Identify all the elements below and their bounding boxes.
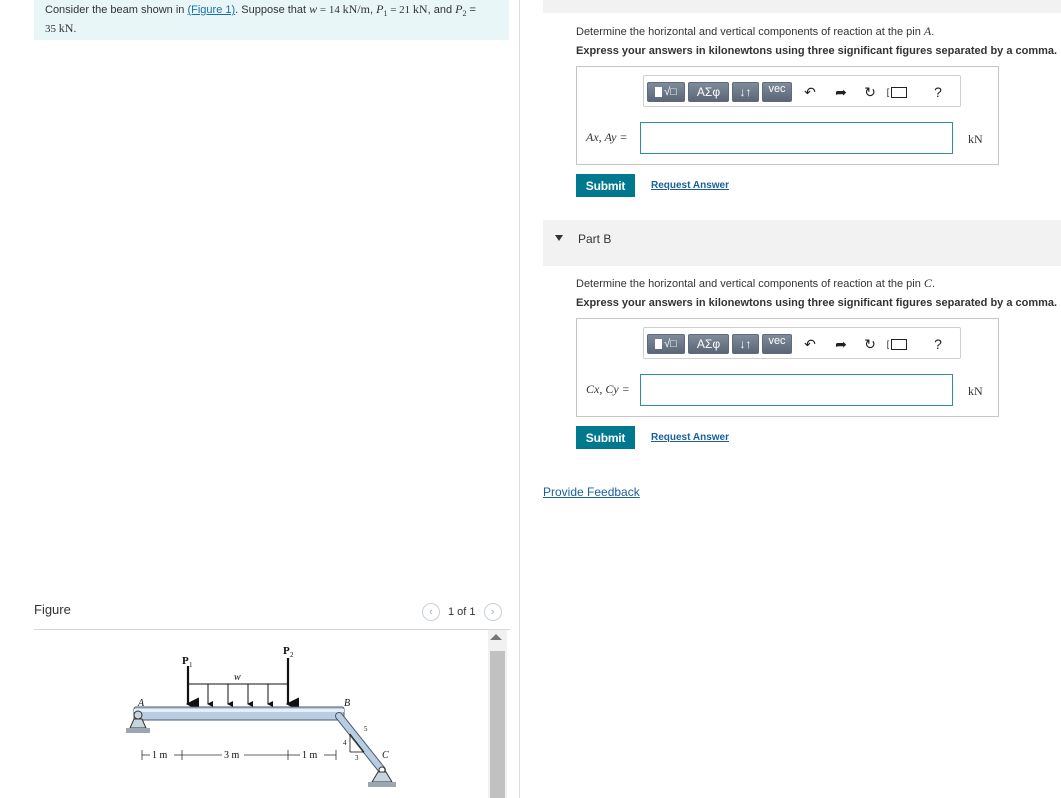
redo-icon[interactable]: ➦ <box>833 336 849 352</box>
greek-button[interactable]: ΑΣφ <box>688 334 729 354</box>
value-p2: 35 <box>45 23 59 36</box>
beam-highlight <box>134 709 344 712</box>
beam <box>133 706 345 721</box>
part-a-question: Determine the horizontal and vertical co… <box>576 24 934 39</box>
help-icon[interactable]: ? <box>930 84 946 100</box>
figure-pagination: ‹ 1 of 1 › <box>422 602 502 622</box>
vec-button[interactable]: vec <box>762 334 792 354</box>
provide-feedback-link[interactable]: Provide Feedback <box>543 485 640 499</box>
dim-3: 1 m <box>302 750 318 761</box>
arrows-button[interactable]: ↓↑ <box>732 82 759 102</box>
redo-icon[interactable]: ➦ <box>833 84 849 100</box>
part-a-answer-box: √□ ΑΣφ ↓↑ vec ↶ ➦ ↻ [ ? Ax, Ay = kN <box>576 66 999 165</box>
slope-4: 4 <box>343 739 347 747</box>
submit-button-a[interactable]: Submit <box>576 174 635 197</box>
problem-text: . Suppose that <box>235 4 310 16</box>
vec-button[interactable]: vec <box>762 82 792 102</box>
answer-label-b: Cx, Cy = <box>586 382 630 396</box>
undo-icon[interactable]: ↶ <box>802 336 818 352</box>
unit-p1: kN <box>412 2 428 16</box>
unit-label-b: kN <box>968 384 983 398</box>
part-b-question: Determine the horizontal and vertical co… <box>576 276 935 291</box>
label-a: A <box>137 698 145 709</box>
slope-3: 3 <box>355 754 359 762</box>
question-text: Determine the horizontal and vertical co… <box>576 26 924 38</box>
var-w: w <box>309 2 318 16</box>
value-p1: = 21 <box>387 4 413 16</box>
pin-a <box>133 710 143 720</box>
part-b-header[interactable] <box>543 220 1061 266</box>
part-a-header <box>543 0 1061 13</box>
chevron-left-icon[interactable]: ‹ <box>422 603 440 621</box>
arrows-button[interactable]: ↓↑ <box>732 334 759 354</box>
answer-input-a[interactable] <box>640 122 953 154</box>
answer-input-b[interactable] <box>640 374 953 406</box>
label-b: B <box>344 698 350 709</box>
dim-2: 3 m <box>224 750 240 761</box>
distributed-load <box>188 683 288 707</box>
ground-c <box>368 782 396 787</box>
figure-count: 1 of 1 <box>448 606 476 618</box>
problem-statement: Consider the beam shown in (Figure 1). S… <box>34 0 509 40</box>
chevron-right-icon[interactable]: › <box>483 603 502 621</box>
part-b-instructions: Express your answers in kilonewtons usin… <box>576 297 1058 309</box>
support-c <box>371 771 393 783</box>
scroll-thumb[interactable] <box>490 651 505 798</box>
problem-text: . <box>73 23 77 36</box>
question-var: C <box>923 276 932 290</box>
templates-icon[interactable]: √□ <box>647 334 685 354</box>
part-a-instructions: Express your answers in kilonewtons usin… <box>576 45 1058 57</box>
templates-icon[interactable]: √□ <box>647 82 685 102</box>
reset-icon[interactable]: ↻ <box>862 84 878 100</box>
submit-button-b[interactable]: Submit <box>576 426 635 449</box>
part-b-answer-box: √□ ΑΣφ ↓↑ vec ↶ ➦ ↻ [ ? Cx, Cy = kN <box>576 318 999 417</box>
question-text: Determine the horizontal and vertical co… <box>576 278 924 290</box>
ground-a <box>126 728 150 733</box>
label-c: C <box>382 750 389 761</box>
label-w: w <box>234 672 241 683</box>
unit-label-a: kN <box>968 132 983 146</box>
unit-w: kN/m <box>342 2 370 16</box>
value-w: = 14 <box>317 4 343 16</box>
math-toolbar: √□ ΑΣφ ↓↑ vec ↶ ➦ ↻ [ ? <box>643 327 961 359</box>
request-answer-link-a[interactable]: Request Answer <box>651 180 729 191</box>
question-end: . <box>931 26 935 38</box>
request-answer-link-b[interactable]: Request Answer <box>651 432 729 443</box>
greek-button[interactable]: ΑΣφ <box>688 82 729 102</box>
keyboard-icon[interactable]: [ <box>884 84 910 100</box>
help-icon[interactable]: ? <box>930 336 946 352</box>
label-p2-sub: 2 <box>290 651 294 659</box>
undo-icon[interactable]: ↶ <box>802 84 818 100</box>
label-p1: P <box>182 655 189 667</box>
keyboard-icon[interactable]: [ <box>884 336 910 352</box>
answer-label-a: Ax, Ay = <box>586 130 628 144</box>
problem-text: , and <box>427 4 456 16</box>
figure-divider <box>34 629 510 630</box>
figure-link[interactable]: (Figure 1) <box>187 4 235 16</box>
caret-down-icon[interactable] <box>555 235 563 241</box>
part-b-title[interactable]: Part B <box>578 232 611 246</box>
beam-figure: P 1 P 2 w A B C 4 3 5 1 m 3 m 1 m <box>126 645 396 787</box>
label-p1-sub: 1 <box>189 661 193 669</box>
math-toolbar: √□ ΑΣφ ↓↑ vec ↶ ➦ ↻ [ ? <box>643 75 961 107</box>
unit-p2: kN <box>58 21 74 36</box>
value-p2-eq: = <box>466 4 476 16</box>
dim-1: 1 m <box>152 750 168 761</box>
question-end: . <box>931 278 935 290</box>
scroll-up-icon[interactable] <box>490 634 502 640</box>
figure-title: Figure <box>34 602 71 617</box>
column-divider <box>519 0 520 798</box>
reset-icon[interactable]: ↻ <box>862 336 878 352</box>
label-p2: P <box>283 645 290 657</box>
slope-5: 5 <box>364 725 368 733</box>
problem-text: Consider the beam shown in <box>45 4 188 16</box>
